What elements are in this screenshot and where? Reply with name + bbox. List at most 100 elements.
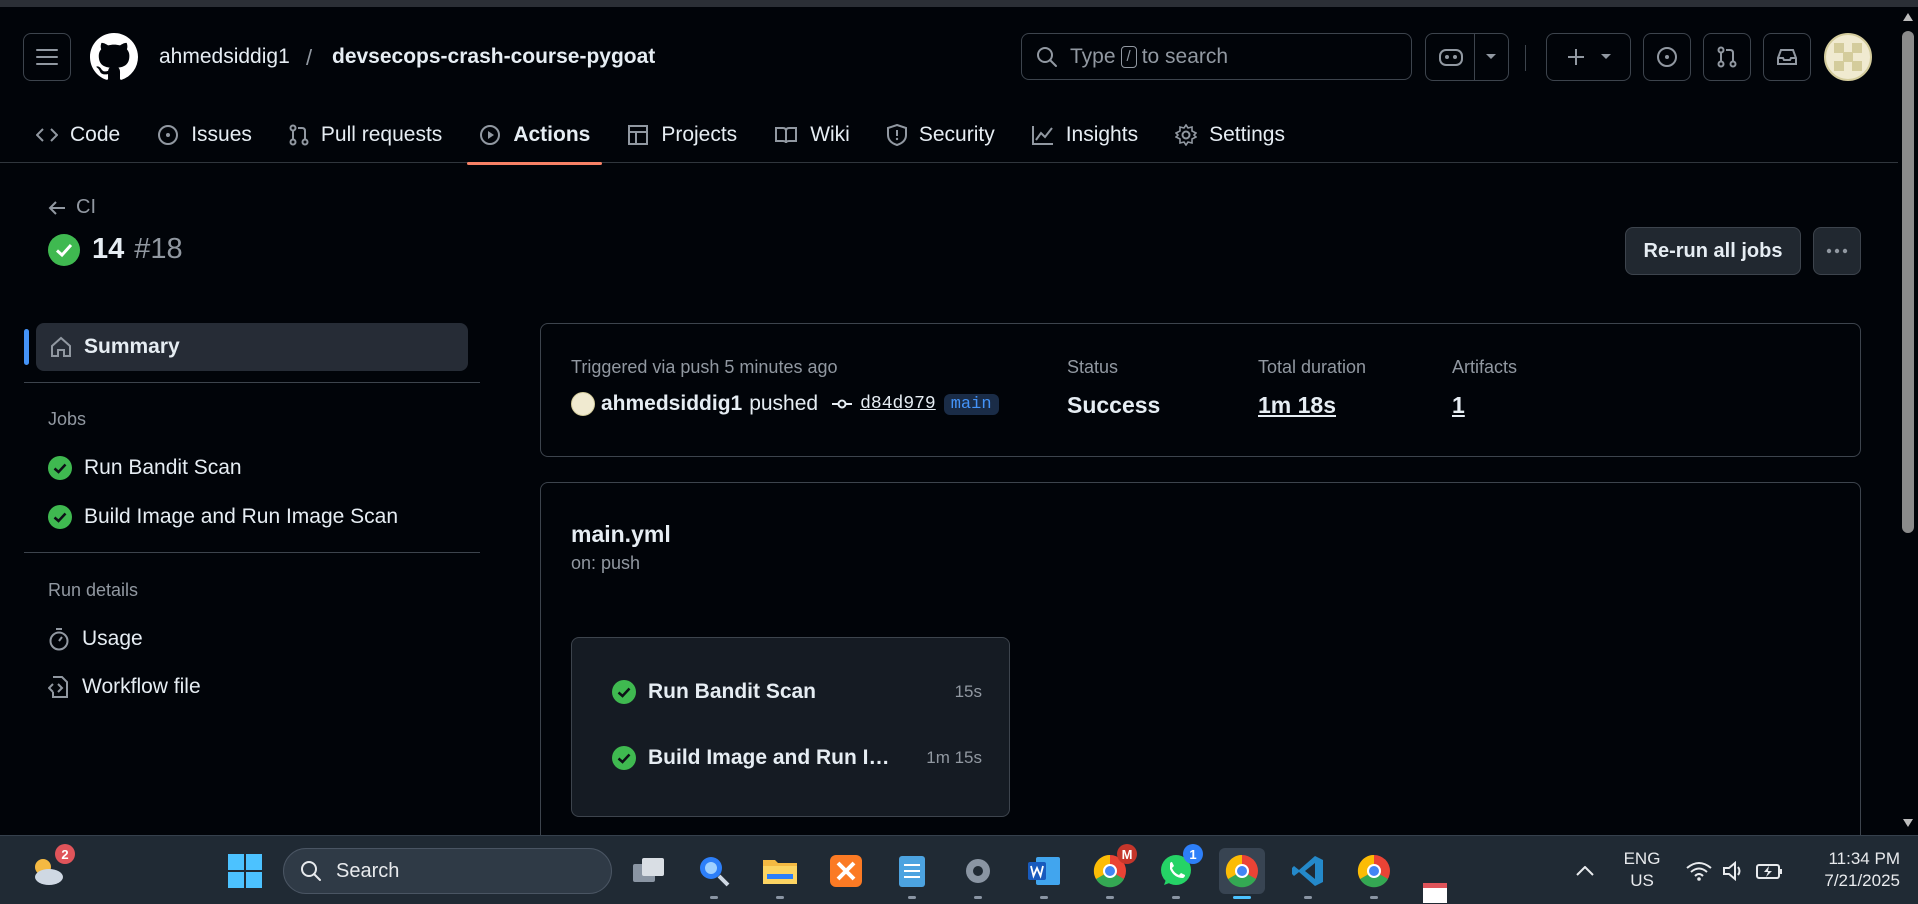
tab-issues[interactable]: Issues: [145, 111, 264, 159]
trigger-verb: pushed: [749, 392, 819, 415]
jobs-heading: Jobs: [48, 409, 87, 429]
repo-owner-link[interactable]: ahmedsiddig1: [159, 45, 290, 69]
tab-code[interactable]: Code: [24, 111, 132, 159]
arrow-left-icon: [48, 200, 65, 215]
active-indicator: [24, 329, 29, 365]
workflow-trigger: on: push: [571, 553, 641, 573]
tab-label: Wiki: [810, 123, 850, 146]
taskbar-app-partial[interactable]: [1417, 876, 1453, 904]
inbox-button[interactable]: [1763, 33, 1811, 81]
sidebar-job-run-bandit-scan[interactable]: Run Bandit Scan: [48, 456, 242, 480]
tab-wiki[interactable]: Wiki: [762, 111, 862, 159]
check-circle-fill-icon: [612, 746, 636, 770]
workflow-file-name: main.yml: [571, 521, 671, 547]
trigger-info: Triggered via push 5 minutes ago: [571, 357, 838, 377]
actor-link[interactable]: ahmedsiddig1: [601, 392, 742, 416]
search-input[interactable]: Type / to search: [1021, 33, 1412, 80]
chrome-icon: [1357, 854, 1390, 888]
repo-header: ahmedsiddig1 / devsecops-crash-course-py…: [0, 7, 1918, 165]
check-circle-fill-icon: [612, 680, 636, 704]
repo-name-link[interactable]: devsecops-crash-course-pygoat: [332, 45, 655, 69]
sidebar-item-label: Build Image and Run Image Scan: [84, 505, 399, 528]
sidebar-item-summary[interactable]: Summary: [24, 323, 468, 371]
duration-value[interactable]: 1m 18s: [1258, 392, 1336, 419]
tab-insights[interactable]: Insights: [1020, 111, 1150, 159]
xampp-icon: [830, 855, 862, 887]
search-shortcut-key: /: [1120, 45, 1137, 68]
rerun-all-jobs-button[interactable]: Re-run all jobs: [1625, 227, 1801, 275]
taskbar-app-chrome-profile-m[interactable]: M: [1087, 844, 1137, 899]
taskbar-app-whatsapp[interactable]: 1: [1153, 844, 1203, 899]
play-icon: [480, 125, 501, 145]
weather-widget[interactable]: 2: [25, 844, 75, 894]
weather-badge: 2: [55, 844, 75, 864]
sidebar-job-build-image[interactable]: Build Image and Run Image Scan: [48, 505, 398, 529]
user-avatar[interactable]: [1824, 33, 1872, 81]
chrome-profile-badge: M: [1117, 844, 1137, 864]
tab-security[interactable]: Security: [875, 111, 1007, 159]
actor-avatar[interactable]: [571, 392, 595, 416]
branch-badge[interactable]: main: [943, 393, 999, 415]
task-view-button[interactable]: [626, 848, 672, 894]
copilot-button[interactable]: [1425, 33, 1509, 81]
folder-icon: [763, 860, 797, 884]
create-new-button[interactable]: [1546, 33, 1631, 81]
tab-label: Insights: [1065, 123, 1139, 146]
plus-icon: [1567, 49, 1584, 65]
more-options-button[interactable]: [1813, 227, 1861, 275]
status-value: Success: [1067, 392, 1161, 418]
job-node-build-image[interactable]: Build Image and Run Image Scan 1m 15s: [612, 746, 982, 770]
search-placeholder-prefix: Type: [1070, 44, 1116, 68]
check-circle-fill-icon: [48, 456, 72, 480]
quick-settings-button[interactable]: [1676, 848, 1794, 894]
commit-link[interactable]: d84d979: [832, 394, 936, 414]
tab-actions[interactable]: Actions: [467, 111, 603, 165]
artifacts-label: Artifacts: [1452, 357, 1518, 377]
graph-icon: [1031, 126, 1053, 145]
running-indicator: [908, 896, 916, 899]
taskbar-app-chrome-active[interactable]: [1219, 848, 1265, 899]
tab-pull-requests[interactable]: Pull requests: [277, 111, 454, 159]
word-icon: [1028, 857, 1060, 885]
taskbar-app-settings[interactable]: [955, 848, 1001, 899]
check-circle-fill-icon: [48, 505, 72, 529]
pull-requests-button[interactable]: [1703, 33, 1751, 81]
taskbar-app-xampp[interactable]: [823, 848, 869, 894]
tab-settings[interactable]: Settings: [1163, 111, 1297, 159]
back-to-workflow-link[interactable]: CI: [48, 196, 96, 219]
taskbar-search[interactable]: Search: [283, 848, 612, 894]
artifacts-value[interactable]: 1: [1452, 392, 1465, 419]
region-code: US: [1630, 871, 1654, 890]
run-title: 14 #18: [48, 233, 183, 266]
run-name: 14: [92, 233, 125, 265]
clock[interactable]: 11:34 PM 7/21/2025: [1800, 848, 1900, 892]
stopwatch-icon: [49, 628, 69, 651]
commit-sha: d84d979: [860, 394, 936, 414]
page-scrollbar[interactable]: [1898, 7, 1918, 835]
start-button[interactable]: [222, 848, 268, 894]
github-logo-icon[interactable]: [90, 33, 138, 81]
taskbar-app-word[interactable]: [1021, 848, 1067, 899]
taskbar-app-file-explorer[interactable]: [757, 848, 803, 899]
sidebar-divider: [24, 382, 480, 383]
taskbar-app-notepad[interactable]: [889, 848, 935, 899]
job-node-run-bandit-scan[interactable]: Run Bandit Scan 15s: [612, 680, 982, 704]
file-code-icon: [48, 676, 68, 698]
show-hidden-icons-button[interactable]: [1562, 848, 1608, 894]
sidebar-item-usage[interactable]: Usage: [48, 627, 143, 651]
taskbar-app-search-tool[interactable]: [691, 848, 737, 899]
scrollbar-thumb[interactable]: [1902, 31, 1914, 533]
check-circle-fill-icon: [48, 233, 80, 266]
chevron-down-icon: [1485, 54, 1496, 59]
active-indicator: [1233, 896, 1251, 899]
header-divider: [1525, 45, 1526, 71]
workflow-name: CI: [76, 196, 96, 218]
taskbar-app-vscode[interactable]: [1285, 848, 1331, 899]
input-language-indicator[interactable]: ENG US: [1620, 848, 1664, 892]
issues-button[interactable]: [1643, 33, 1691, 81]
tab-projects[interactable]: Projects: [615, 111, 749, 159]
taskbar-app-chrome-profile[interactable]: [1351, 848, 1397, 899]
sidebar-item-workflow-file[interactable]: Workflow file: [48, 675, 201, 699]
menu-button[interactable]: [23, 33, 71, 81]
home-icon: [51, 336, 71, 357]
